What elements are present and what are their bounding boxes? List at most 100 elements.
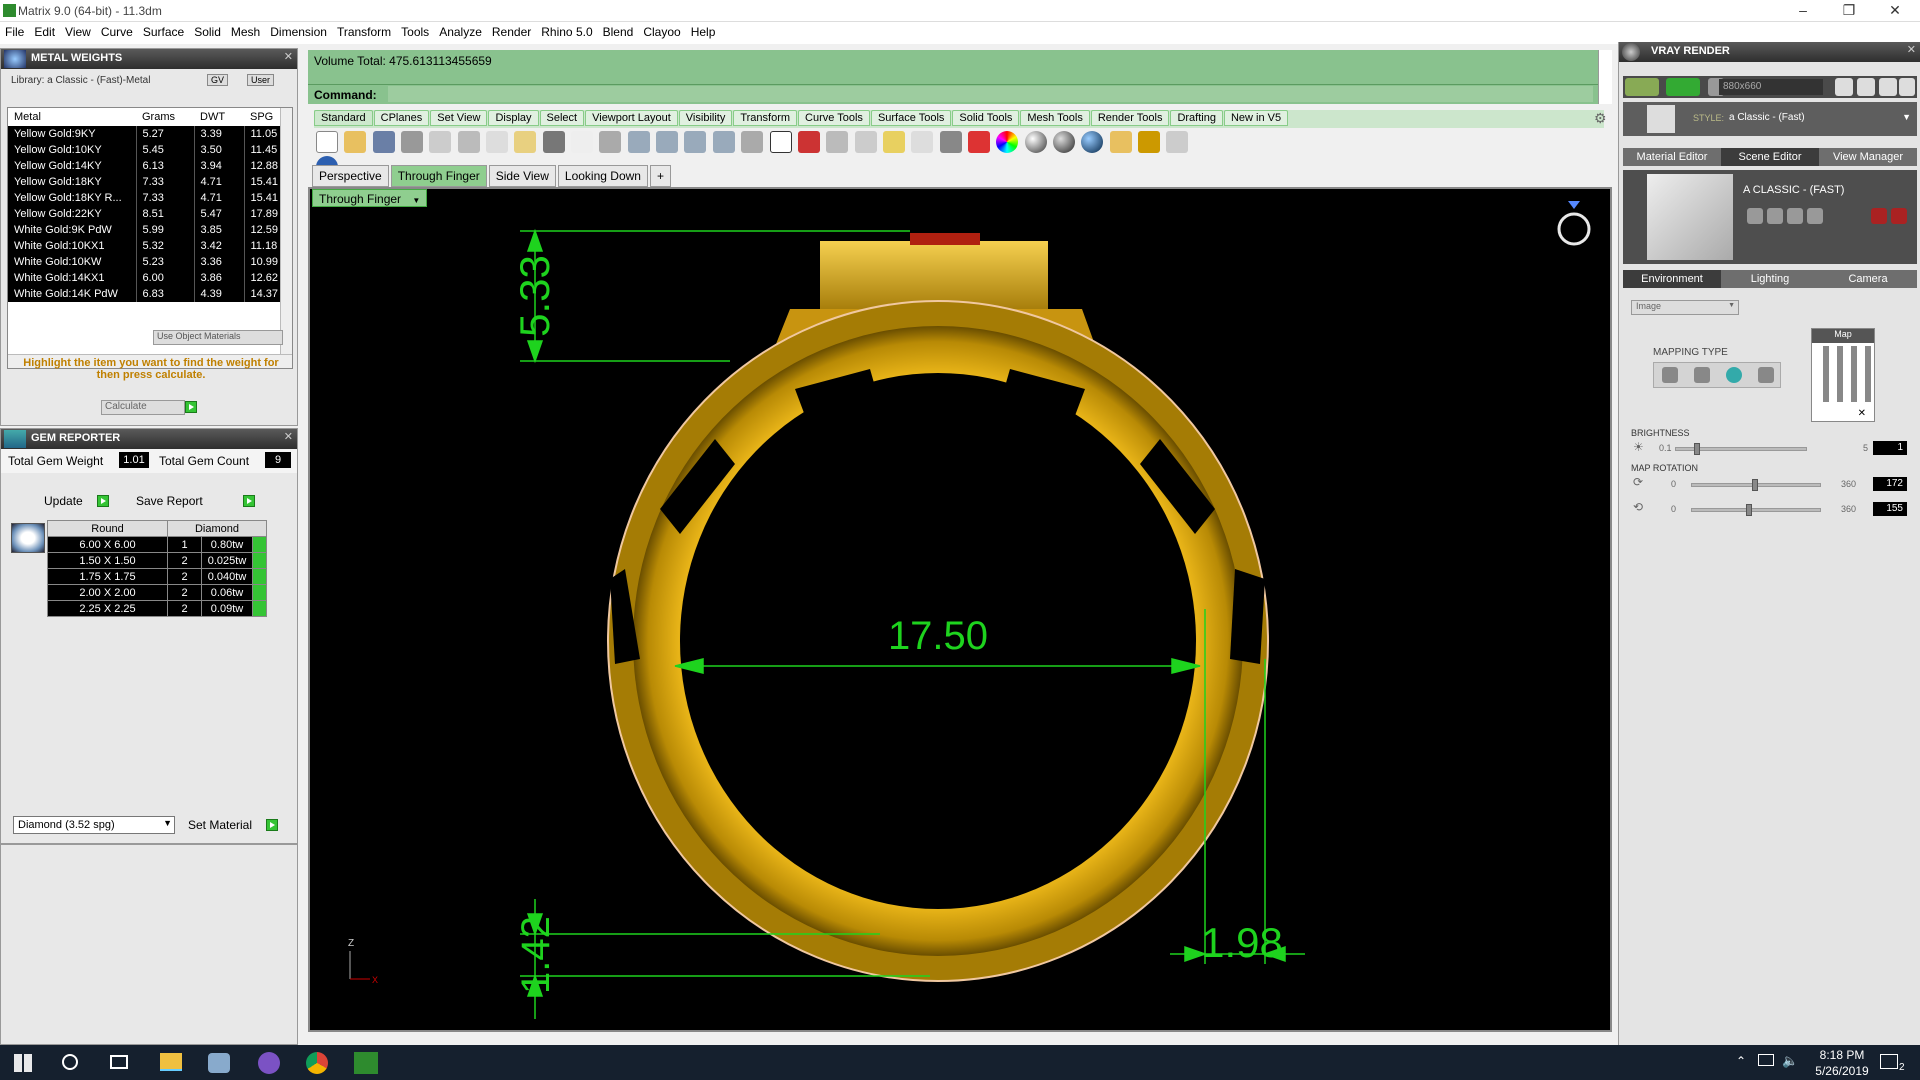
menu-view[interactable]: View	[60, 22, 96, 39]
render-icon[interactable]	[1625, 78, 1659, 96]
zoom-window-icon[interactable]	[656, 131, 679, 153]
list-icon[interactable]	[1879, 78, 1897, 96]
mapping-screen-icon[interactable]	[1758, 367, 1774, 383]
menu-curve[interactable]: Curve	[96, 22, 138, 39]
table-row[interactable]: Yellow Gold:14KY 6.13 3.94 12.88	[8, 158, 282, 174]
table-row[interactable]: Yellow Gold:9KY 5.27 3.39 11.05	[8, 126, 282, 142]
mapping-cube-icon[interactable]	[1694, 367, 1710, 383]
zoom-selected-icon[interactable]	[712, 131, 735, 153]
network-icon[interactable]	[1758, 1054, 1774, 1066]
new-file-icon[interactable]	[316, 131, 338, 153]
gear-icon[interactable]: ⚙	[1594, 110, 1607, 127]
undo-icon[interactable]	[542, 131, 565, 153]
update-button[interactable]: Update	[44, 494, 83, 508]
tab-side-view[interactable]: Side View	[488, 165, 556, 187]
print-icon[interactable]	[401, 131, 424, 153]
slider-knob[interactable]	[1746, 504, 1752, 516]
col-metal[interactable]: Metal	[8, 108, 136, 126]
rotation-h-slider[interactable]	[1691, 479, 1821, 491]
table-row[interactable]: 6.00 X 6.00 1 0.80tw	[47, 536, 267, 553]
move-icon[interactable]	[599, 131, 622, 153]
bulb-icon[interactable]	[911, 131, 934, 153]
point-icon[interactable]	[854, 131, 877, 153]
tab-select[interactable]: Select	[539, 110, 585, 126]
user-toggle[interactable]: User	[247, 74, 275, 86]
cut-icon[interactable]	[457, 131, 480, 153]
menu-clayoo[interactable]: Clayoo	[638, 22, 685, 39]
scene-action-icon[interactable]	[1767, 208, 1783, 224]
set-material-button[interactable]: Set Material	[188, 818, 252, 832]
update-go-icon[interactable]	[97, 495, 109, 507]
shaded-sphere-icon[interactable]	[1024, 131, 1047, 153]
tab-viewport-layout[interactable]: Viewport Layout	[585, 110, 678, 126]
grid-icon[interactable]	[769, 131, 792, 153]
rotation-v-slider[interactable]	[1691, 504, 1821, 516]
row-go-icon[interactable]	[252, 584, 267, 601]
table-row[interactable]: 2.00 X 2.00 2 0.06tw	[47, 584, 267, 601]
snap-icon[interactable]	[826, 131, 849, 153]
save-report-button[interactable]: Save Report	[136, 494, 203, 508]
open-file-icon[interactable]	[344, 131, 367, 153]
color-wheel-icon[interactable]	[996, 131, 1019, 153]
tab-material-editor[interactable]: Material Editor	[1623, 148, 1721, 166]
table-row[interactable]: White Gold:14K PdW 6.83 4.39 14.37	[8, 286, 282, 302]
map-box[interactable]: Map ✕	[1811, 328, 1875, 422]
prev-icon[interactable]	[1835, 78, 1853, 96]
save-report-go-icon[interactable]	[243, 495, 255, 507]
settings-gears-icon[interactable]	[1137, 131, 1160, 153]
windows-start-icon[interactable]	[14, 1054, 32, 1072]
close-icon[interactable]: ✕	[284, 430, 293, 443]
tab-new-in-v5[interactable]: New in V5	[1223, 110, 1289, 126]
tab-standard[interactable]: Standard	[314, 110, 373, 126]
scene-action-icon[interactable]	[1747, 208, 1763, 224]
pan-hand-icon[interactable]	[571, 131, 594, 153]
export-icon[interactable]	[429, 131, 452, 153]
tab-camera[interactable]: Camera	[1819, 270, 1917, 288]
col-grams[interactable]: Grams	[136, 108, 194, 126]
clock-time[interactable]: 8:18 PM	[1808, 1048, 1876, 1062]
tab-transform[interactable]: Transform	[733, 110, 798, 126]
viewport[interactable]: Through Finger ▼ 5.33 17.50 1.42 1.98 Z …	[308, 187, 1612, 1032]
add-view-button[interactable]: +	[649, 165, 671, 187]
command-scrollbar[interactable]	[1598, 50, 1612, 104]
row-go-icon[interactable]	[252, 552, 267, 569]
menu-solid[interactable]: Solid	[189, 22, 226, 39]
app-icon-paint[interactable]	[208, 1053, 230, 1073]
slider-knob[interactable]	[1752, 479, 1758, 491]
menu-transform[interactable]: Transform	[332, 22, 396, 39]
tab-solid-tools[interactable]: Solid Tools	[952, 110, 1020, 126]
blue-sphere-icon[interactable]	[1081, 131, 1104, 153]
window-icon[interactable]	[1857, 78, 1875, 96]
table-row[interactable]: 2.25 X 2.25 2 0.09tw	[47, 600, 267, 617]
tab-lighting[interactable]: Lighting	[1721, 270, 1819, 288]
command-input[interactable]	[388, 86, 1593, 102]
menu-mesh[interactable]: Mesh	[226, 22, 265, 39]
menu-file[interactable]: File	[0, 22, 29, 39]
tab-curve-tools[interactable]: Curve Tools	[798, 110, 870, 126]
material-icon[interactable]	[967, 131, 990, 153]
menu-analyze[interactable]: Analyze	[434, 22, 487, 39]
tab-looking-down[interactable]: Looking Down	[557, 165, 648, 187]
table-row[interactable]: Yellow Gold:18KY R... 7.33 4.71 15.41	[8, 190, 282, 206]
menu-surface[interactable]: Surface	[138, 22, 189, 39]
menu-rhino[interactable]: Rhino 5.0	[536, 22, 597, 39]
tab-display[interactable]: Display	[488, 110, 539, 126]
rotation-v-value[interactable]: 155	[1873, 502, 1907, 516]
scene-action-icon[interactable]	[1787, 208, 1803, 224]
render-region-icon[interactable]	[1666, 78, 1701, 96]
menu-blend[interactable]: Blend	[598, 22, 639, 39]
zoom-extents-icon[interactable]	[684, 131, 707, 153]
col-dwt[interactable]: DWT	[194, 108, 244, 126]
scene-action-icon[interactable]	[1807, 208, 1823, 224]
brightness-slider[interactable]	[1675, 443, 1807, 455]
close-icon[interactable]: ✕	[1907, 43, 1916, 56]
car-icon[interactable]	[797, 131, 820, 153]
tray-chevron-icon[interactable]: ⌃	[1736, 1054, 1746, 1068]
close-icon[interactable]: ✕	[1858, 408, 1866, 419]
copy-icon[interactable]	[486, 131, 509, 153]
menu-help[interactable]: Help	[686, 22, 721, 39]
filter-icon[interactable]	[1109, 131, 1132, 153]
tab-through-finger[interactable]: Through Finger	[390, 165, 487, 187]
tab-cplanes[interactable]: CPlanes	[373, 110, 430, 126]
table-row[interactable]: 1.50 X 1.50 2 0.025tw	[47, 552, 267, 569]
